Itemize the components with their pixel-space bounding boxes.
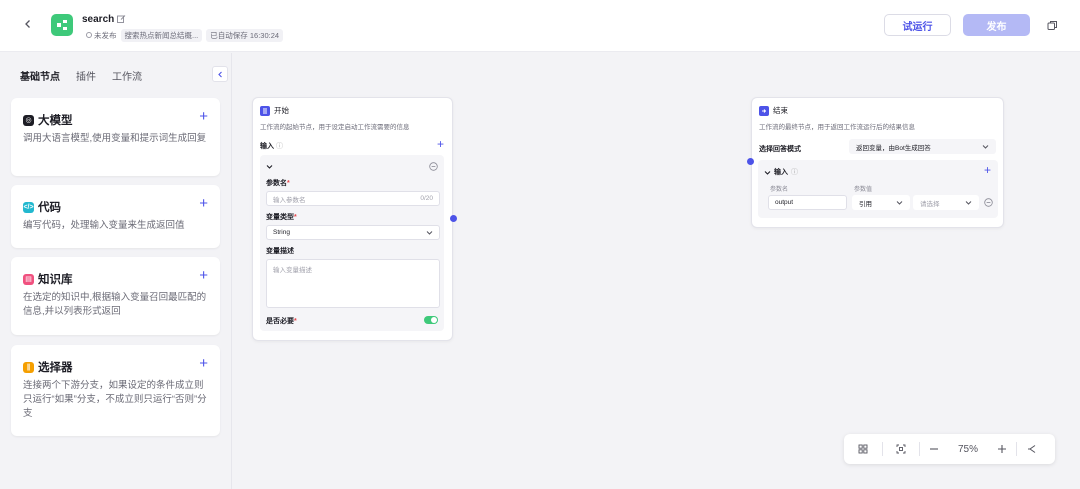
- selector-icon: ∥: [23, 361, 34, 373]
- status-icon: [86, 32, 92, 38]
- info-icon: ⓘ: [275, 143, 283, 150]
- output-param-panel: 输入 ⓘ + 参数名 参数值 output 引用 请选择: [758, 160, 998, 218]
- param-name-label: 参数名*: [266, 180, 290, 187]
- add-node-button[interactable]: +: [199, 108, 208, 125]
- input-section-label: 输入 ⓘ: [260, 143, 283, 150]
- grid-icon: [858, 444, 868, 454]
- end-icon: [759, 105, 769, 116]
- col-param-value: 参数值: [854, 187, 873, 193]
- node-desc: 工作流的最终节点，用于返回工作流运行后的结果信息: [759, 124, 915, 131]
- tab-basic-nodes[interactable]: 基础节点: [20, 68, 60, 83]
- app-name: search: [82, 14, 115, 25]
- node-card-desc: 在选定的知识中,根据输入变量召回最匹配的信息,并以列表形式返回: [23, 292, 207, 317]
- node-sidebar: 基础节点 插件 工作流 ◎ 大模型 + 调用大语言模型,使用变量和提示词生成回复…: [0, 53, 232, 489]
- answer-mode-select[interactable]: 返回变量，由Bot生成回答: [849, 139, 996, 154]
- sidebar-tabs: 基础节点 插件 工作流: [20, 68, 142, 83]
- var-type-select[interactable]: String: [266, 225, 440, 240]
- autosave-status: 已自动保存 16:30:24: [206, 29, 284, 42]
- canvas-toolbar: 75%: [844, 434, 1055, 464]
- var-desc-label: 变量描述: [266, 248, 294, 255]
- chevron-left-icon: [25, 20, 30, 28]
- node-card-title: ▤ 知识库: [23, 271, 73, 287]
- ref-value-select[interactable]: 请选择: [913, 195, 979, 210]
- tab-plugins[interactable]: 插件: [76, 68, 96, 83]
- app-logo: [51, 14, 73, 36]
- param-panel: 参数名* 输入参数名 0/20 变量类型* String 变量描述 输入变量描述…: [260, 155, 444, 331]
- zoom-out-button[interactable]: [920, 434, 948, 464]
- start-node[interactable]: 开始 工作流的起始节点，用于设定启动工作流需要的信息 输入 ⓘ + 参数名* 输…: [252, 97, 453, 341]
- auto-layout-icon: [1028, 445, 1036, 453]
- node-card-llm[interactable]: ◎ 大模型 + 调用大语言模型,使用变量和提示词生成回复: [11, 98, 220, 176]
- remove-output-icon[interactable]: [984, 198, 993, 207]
- chevron-left-icon: [217, 71, 222, 77]
- node-card-selector[interactable]: ∥ 选择器 + 连接两个下游分支，如果设定的条件成立则只运行“如果”分支，不成立…: [11, 345, 220, 436]
- chevron-down-icon: [896, 201, 903, 205]
- info-icon: ⓘ: [791, 169, 798, 176]
- add-output-button[interactable]: +: [984, 163, 991, 177]
- llm-icon: ◎: [23, 114, 34, 126]
- add-input-button[interactable]: +: [437, 137, 444, 151]
- app-description: 搜索热点新闻总结概...: [120, 29, 203, 42]
- node-card-title: </> 代码: [23, 201, 61, 214]
- remove-param-icon[interactable]: [429, 162, 438, 171]
- auto-layout-button[interactable]: [1017, 434, 1047, 464]
- plus-icon: [998, 445, 1006, 453]
- copy-icon: [1047, 20, 1057, 30]
- fit-view-icon: [896, 444, 906, 454]
- edit-icon[interactable]: [116, 14, 126, 24]
- test-run-button[interactable]: 试运行: [884, 14, 951, 36]
- knowledge-icon: ▤: [23, 273, 34, 285]
- tab-workflows[interactable]: 工作流: [112, 68, 142, 83]
- fit-view-button[interactable]: [883, 434, 919, 464]
- chevron-down-icon: [982, 145, 989, 149]
- end-node[interactable]: 结束 工作流的最终节点，用于返回工作流运行后的结果信息 选择回答模式 返回变量，…: [751, 97, 1004, 228]
- ref-type-select[interactable]: 引用: [852, 195, 910, 210]
- status-badge: 未发布: [86, 30, 117, 41]
- chevron-down-icon[interactable]: [266, 163, 273, 170]
- app-meta: 未发布 搜索热点新闻总结概... 已自动保存 16:30:24: [86, 29, 284, 42]
- back-button[interactable]: [18, 14, 38, 34]
- node-card-desc: 编写代码，处理输入变量来生成返回值: [23, 220, 185, 231]
- code-icon: </>: [23, 201, 34, 213]
- required-label: 是否必要*: [266, 318, 297, 325]
- minus-icon: [930, 448, 938, 450]
- node-card-title: ◎ 大模型: [23, 112, 73, 128]
- zoom-level[interactable]: 75%: [948, 444, 988, 455]
- required-toggle[interactable]: [424, 316, 438, 324]
- col-param-name: 参数名: [770, 187, 789, 193]
- start-output-port[interactable]: [450, 215, 457, 222]
- chevron-down-icon: [426, 231, 433, 235]
- minimap-button[interactable]: [844, 434, 882, 464]
- collapse-sidebar-button[interactable]: [212, 66, 228, 82]
- var-type-label: 变量类型*: [266, 214, 297, 221]
- node-title: 结束: [759, 105, 788, 116]
- workflow-icon: [57, 20, 67, 30]
- start-icon: [260, 105, 270, 116]
- add-node-button[interactable]: +: [199, 267, 208, 284]
- node-card-code[interactable]: </> 代码 + 编写代码，处理输入变量来生成返回值: [11, 185, 220, 248]
- node-card-desc: 连接两个下游分支，如果设定的条件成立则只运行“如果”分支，不成立则只运行“否则”…: [23, 380, 207, 419]
- node-card-title: ∥ 选择器: [23, 359, 73, 375]
- output-name-input[interactable]: output: [768, 195, 847, 210]
- output-input-header[interactable]: 输入 ⓘ: [764, 167, 798, 177]
- node-card-knowledge[interactable]: ▤ 知识库 + 在选定的知识中,根据输入变量召回最匹配的信息,并以列表形式返回: [11, 257, 220, 335]
- node-desc: 工作流的起始节点，用于设定启动工作流需要的信息: [260, 124, 410, 131]
- node-card-desc: 调用大语言模型,使用变量和提示词生成回复: [23, 133, 207, 144]
- end-input-port[interactable]: [747, 158, 754, 165]
- node-title: 开始: [260, 105, 289, 116]
- chevron-down-icon: [965, 201, 972, 205]
- answer-mode-label: 选择回答模式: [759, 146, 801, 153]
- publish-button[interactable]: 发布: [963, 14, 1030, 36]
- zoom-in-button[interactable]: [988, 434, 1016, 464]
- top-bar: search 未发布 搜索热点新闻总结概... 已自动保存 16:30:24 试…: [0, 0, 1080, 52]
- copy-button[interactable]: [1043, 16, 1061, 34]
- add-node-button[interactable]: +: [199, 195, 208, 212]
- param-name-input[interactable]: 输入参数名 0/20: [266, 191, 440, 206]
- chevron-down-icon: [764, 170, 771, 175]
- add-node-button[interactable]: +: [199, 355, 208, 372]
- var-desc-textarea[interactable]: 输入变量描述: [266, 259, 440, 308]
